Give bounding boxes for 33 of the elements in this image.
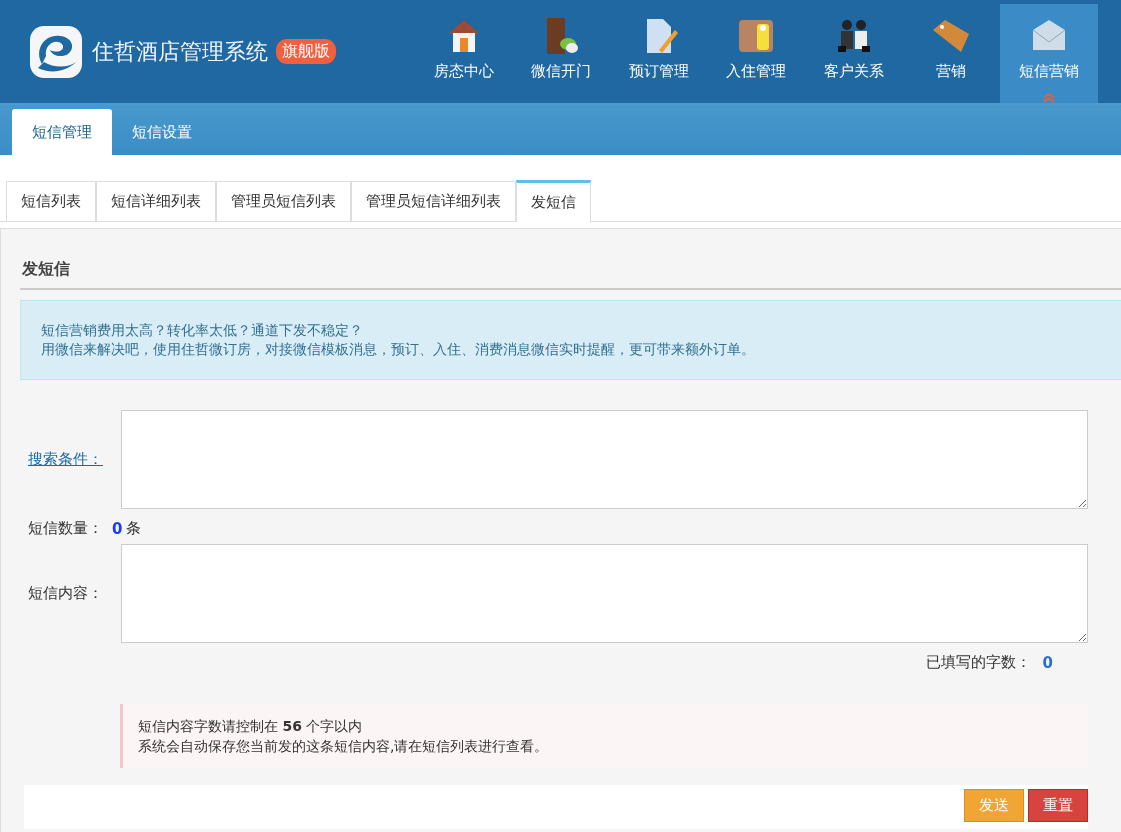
edition-badge: 旗舰版 xyxy=(276,39,336,64)
nav-item[interactable]: 营销 xyxy=(902,4,1000,103)
notice-text: 短信内容字数请控制在 56 个字以内 xyxy=(138,717,364,736)
nav-item[interactable]: 客户关系 xyxy=(805,4,903,103)
logo-icon xyxy=(28,23,84,80)
nav-item[interactable]: 微信开门 xyxy=(512,4,610,103)
page-tab[interactable]: 短信详细列表 xyxy=(96,181,216,221)
search-condition-link[interactable]: 搜索条件： xyxy=(20,450,121,469)
field-label: 短信内容： xyxy=(27,584,104,603)
char-count-label: 已填写的字数： xyxy=(925,653,1031,672)
chevron-up-icon xyxy=(1042,93,1056,103)
char-count: 0 xyxy=(1042,653,1053,672)
app-title: 住哲酒店管理系统 xyxy=(92,37,268,66)
search-condition-field[interactable] xyxy=(121,410,1088,509)
section-title: 发短信 xyxy=(20,229,1121,290)
message-content-field[interactable] xyxy=(121,544,1088,643)
info-text: 短信营销费用太高？转化率太低？通道下发不稳定？ xyxy=(41,321,364,340)
nav-item[interactable]: 房态中心 xyxy=(415,4,513,103)
nav-item[interactable]: 短信营销 xyxy=(1000,4,1098,103)
count-unit: 条 xyxy=(126,519,142,538)
nav-item[interactable]: 入住管理 xyxy=(707,4,805,103)
page-tab[interactable]: 发短信 xyxy=(516,180,591,222)
module-tab[interactable]: 短信设置 xyxy=(112,109,212,155)
notice-text: 系统会自动保存您当前发的这条短信内容,请在短信列表进行查看。 xyxy=(138,737,550,756)
nav-item[interactable]: 预订管理 xyxy=(610,4,708,103)
field-label: 短信数量： xyxy=(27,519,104,538)
message-count: 0 xyxy=(112,519,123,538)
page-tab[interactable]: 管理员短信列表 xyxy=(216,181,351,221)
reset-button[interactable]: 重置 xyxy=(1028,789,1088,822)
page-tab[interactable]: 管理员短信详细列表 xyxy=(351,181,516,221)
page-tab[interactable]: 短信列表 xyxy=(6,181,96,221)
module-tab[interactable]: 短信管理 xyxy=(12,109,112,155)
info-text: 用微信来解决吧，使用住哲微订房，对接微信模板消息，预订、入住、消费消息微信实时提醒，更可带来额外订单。 xyxy=(41,340,756,359)
